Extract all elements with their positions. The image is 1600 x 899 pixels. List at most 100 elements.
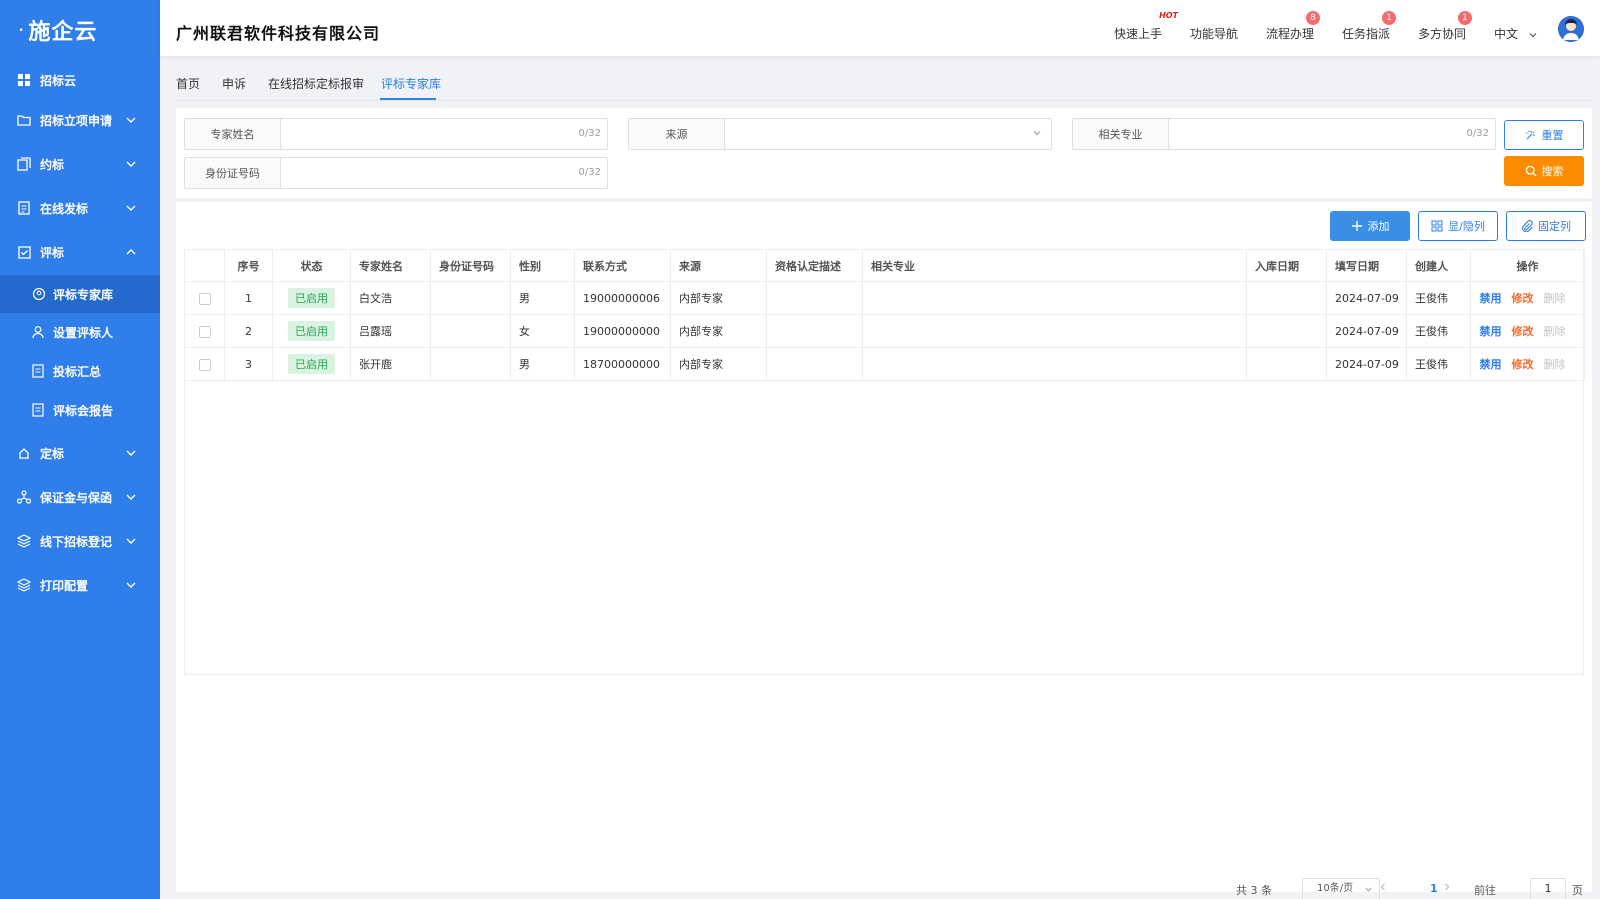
next-page-icon[interactable] — [1442, 882, 1452, 892]
delete-link[interactable]: 删除 — [1544, 325, 1566, 338]
disable-link[interactable]: 禁用 — [1480, 292, 1502, 305]
sidebar-item-set-evaluator[interactable]: 设置评标人 — [0, 313, 160, 351]
grid-icon — [16, 72, 32, 88]
sidebar-item-label: 打印配置 — [40, 578, 89, 593]
source-select[interactable] — [725, 119, 1051, 149]
checkbox[interactable] — [198, 292, 211, 305]
header-fill-date: 填写日期 — [1326, 249, 1407, 282]
table-row: 2 已启用 吕露瑶 女 19000000000 内部专家 2024-07-09 … — [184, 314, 1585, 348]
avatar[interactable] — [1558, 16, 1584, 42]
char-counter: 0/32 — [578, 128, 601, 139]
fix-columns-button[interactable]: 固定列 — [1506, 211, 1586, 241]
tab-home[interactable]: 首页 — [176, 75, 200, 92]
table-row: 3 已启用 张开鹿 男 18700000000 内部专家 2024-07-09 … — [184, 347, 1585, 381]
filter-panel: 专家姓名 0/32 来源 相关专业 0/32 身份证号码 0/32 重置 搜索 — [176, 108, 1592, 198]
page-size-select[interactable]: 10条/页 — [1302, 878, 1380, 899]
expert-name-filter: 专家姓名 0/32 — [184, 118, 608, 150]
row-select[interactable] — [184, 347, 225, 381]
sidebar-item-award[interactable]: 定标 — [0, 433, 160, 473]
sidebar: · 施企云 招标云 招标立项申请 约标 在线发标 评标 评标专家库 设置评标人 … — [0, 0, 160, 899]
sidebar-item-expert-library[interactable]: 评标专家库 — [0, 275, 160, 313]
sidebar-item-bid-summary[interactable]: 投标汇总 — [0, 352, 160, 390]
paperclip-icon — [1522, 220, 1533, 232]
edit-link[interactable]: 修改 — [1512, 292, 1534, 305]
header-id: 身份证号码 — [430, 249, 511, 282]
disable-link[interactable]: 禁用 — [1480, 325, 1502, 338]
nav-function-guide[interactable]: 功能导航 — [1190, 25, 1238, 42]
clipboard-check-icon — [16, 244, 32, 260]
sidebar-item-project-application[interactable]: 招标立项申请 — [0, 100, 160, 140]
chevron-up-icon — [126, 249, 136, 255]
tab-expert-library[interactable]: 评标专家库 — [381, 75, 441, 92]
folder-icon — [16, 112, 32, 128]
header-status: 状态 — [272, 249, 351, 282]
source-filter: 来源 — [628, 118, 1052, 150]
toggle-columns-button[interactable]: 显/隐列 — [1418, 211, 1498, 241]
edit-link[interactable]: 修改 — [1512, 325, 1534, 338]
prev-page-icon[interactable] — [1378, 882, 1388, 892]
nav-collaboration[interactable]: 多方协同 1 — [1418, 11, 1473, 42]
id-number-input[interactable]: 0/32 — [281, 158, 607, 188]
field-label: 身份证号码 — [185, 158, 281, 188]
nav-task-assign[interactable]: 任务指派 1 — [1342, 11, 1397, 42]
checkbox[interactable] — [198, 358, 211, 371]
nav-workflow[interactable]: 流程办理 8 — [1266, 11, 1321, 42]
edit-link[interactable]: 修改 — [1512, 358, 1534, 371]
company-name: 广州联君软件科技有限公司 — [176, 24, 381, 43]
notification-badge: 1 — [1458, 11, 1473, 25]
checkbox[interactable] — [198, 325, 211, 338]
chevron-down-icon — [1033, 131, 1041, 136]
current-page[interactable]: 1 — [1430, 882, 1438, 895]
layers-icon — [16, 533, 32, 549]
expert-name-input[interactable]: 0/32 — [281, 119, 607, 149]
specialty-input[interactable]: 0/32 — [1169, 119, 1495, 149]
sidebar-item-offline-register[interactable]: 线下招标登记 — [0, 521, 160, 561]
add-button[interactable]: 添加 — [1330, 211, 1410, 241]
tab-appeal[interactable]: 申诉 — [222, 75, 246, 92]
language-selector[interactable]: 中文 — [1494, 25, 1538, 42]
chevron-down-icon — [126, 161, 136, 167]
chevron-down-icon — [1529, 32, 1537, 37]
table-row: 1 已启用 白文浩 男 19000000006 内部专家 2024-07-09 … — [184, 281, 1585, 315]
header-source: 来源 — [670, 249, 767, 282]
row-select[interactable] — [184, 314, 225, 348]
sidebar-item-deposit[interactable]: 保证金与保函 — [0, 477, 160, 517]
sidebar-item-label: 评标会报告 — [53, 403, 114, 418]
chevron-down-icon — [126, 117, 136, 123]
sidebar-item-label: 设置评标人 — [53, 325, 114, 340]
search-icon — [1525, 165, 1536, 177]
reset-icon — [1525, 130, 1535, 140]
expert-table: 序号 状态 专家姓名 身份证号码 性别 联系方式 来源 资格认定描述 相关专业 … — [184, 249, 1585, 381]
total-count: 共 3 条 — [1236, 884, 1272, 897]
page-suffix: 页 — [1572, 884, 1583, 897]
reset-button[interactable]: 重置 — [1504, 120, 1584, 150]
row-select[interactable] — [184, 281, 225, 315]
sidebar-item-label: 评标 — [40, 245, 65, 260]
nav-quick-start[interactable]: 快速上手 HOT — [1114, 11, 1178, 42]
sidebar-item-evaluation-report[interactable]: 评标会报告 — [0, 391, 160, 429]
sidebar-item-label: 约标 — [40, 157, 65, 172]
search-button[interactable]: 搜索 — [1504, 156, 1584, 186]
sidebar-item-evaluation[interactable]: 评标 — [0, 232, 160, 272]
delete-link[interactable]: 删除 — [1544, 292, 1566, 305]
char-counter: 0/32 — [578, 167, 601, 178]
header-creator: 创建人 — [1406, 249, 1471, 282]
field-label: 来源 — [629, 119, 725, 149]
disable-link[interactable]: 禁用 — [1480, 358, 1502, 371]
chevron-down-icon — [126, 582, 136, 588]
header-actions: 操作 — [1470, 249, 1585, 282]
report-icon — [32, 364, 46, 378]
sidebar-item-label: 评标专家库 — [53, 287, 114, 302]
sidebar-item-online-bid[interactable]: 在线发标 — [0, 188, 160, 228]
network-icon — [16, 489, 32, 505]
sidebar-item-zhaobiaoyun[interactable]: 招标云 — [0, 60, 160, 100]
top-header: 广州联君软件科技有限公司 快速上手 HOT 功能导航 流程办理 8 任务指派 1… — [160, 0, 1600, 56]
table-header-row: 序号 状态 专家姓名 身份证号码 性别 联系方式 来源 资格认定描述 相关专业 … — [184, 249, 1585, 282]
goto-page-input[interactable]: 1 — [1530, 878, 1566, 899]
sidebar-item-invite[interactable]: 约标 — [0, 144, 160, 184]
header-name: 专家姓名 — [350, 249, 431, 282]
sidebar-item-print-config[interactable]: 打印配置 — [0, 565, 160, 605]
delete-link[interactable]: 删除 — [1544, 358, 1566, 371]
tab-online-review[interactable]: 在线招标定标报审 — [268, 75, 364, 92]
logo-text: 施企云 — [28, 20, 98, 45]
